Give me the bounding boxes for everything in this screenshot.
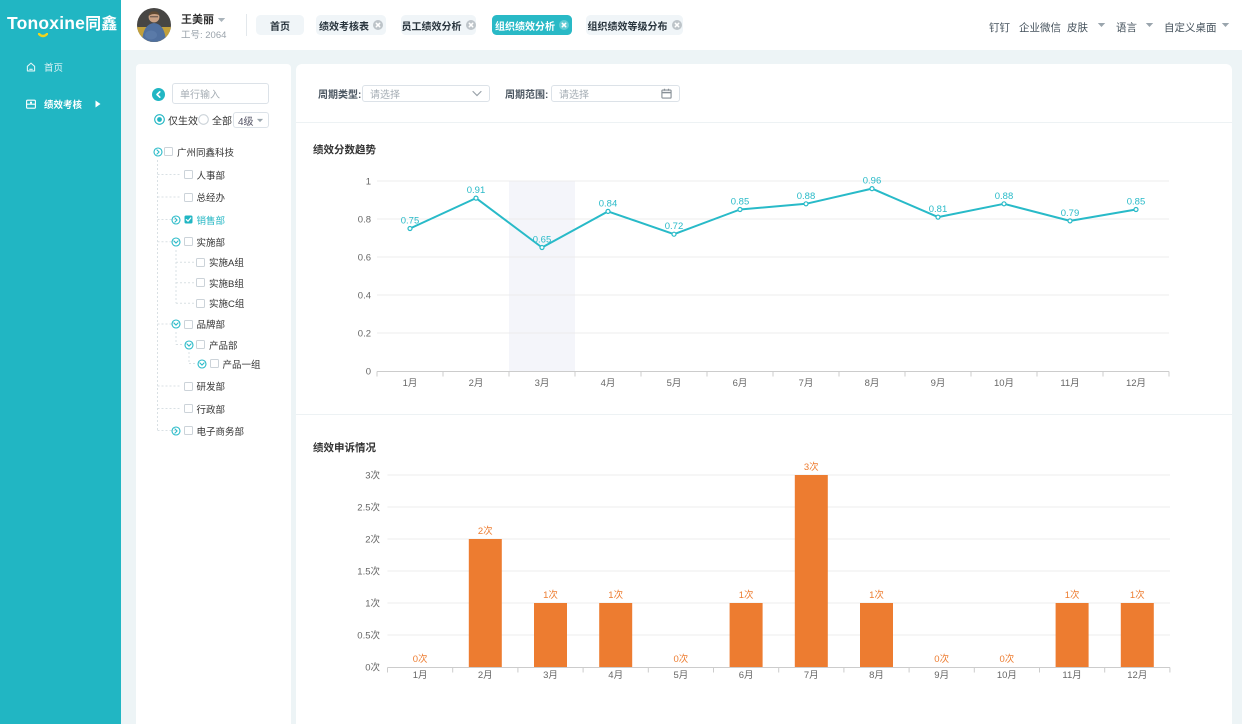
svg-text:3月: 3月 — [543, 670, 558, 681]
svg-text:10月: 10月 — [994, 378, 1014, 389]
svg-text:2.5次: 2.5次 — [357, 502, 380, 514]
svg-text:9月: 9月 — [931, 378, 946, 389]
svg-text:1次: 1次 — [739, 589, 754, 601]
svg-text:0.88: 0.88 — [995, 191, 1014, 202]
svg-text:0.8: 0.8 — [358, 215, 371, 226]
svg-text:5月: 5月 — [674, 670, 689, 681]
svg-text:7月: 7月 — [804, 670, 819, 681]
svg-text:1次: 1次 — [1065, 589, 1080, 601]
svg-text:1月: 1月 — [403, 378, 418, 389]
svg-text:0次: 0次 — [365, 662, 380, 674]
svg-text:12月: 12月 — [1127, 670, 1147, 681]
svg-text:0.81: 0.81 — [929, 204, 948, 215]
svg-text:1.5次: 1.5次 — [357, 566, 380, 578]
svg-text:1月: 1月 — [413, 670, 428, 681]
svg-text:1: 1 — [366, 177, 371, 188]
svg-text:7月: 7月 — [799, 378, 814, 389]
svg-text:4月: 4月 — [608, 670, 623, 681]
svg-text:1次: 1次 — [608, 589, 623, 601]
svg-text:0.96: 0.96 — [863, 176, 882, 187]
svg-text:0.79: 0.79 — [1061, 208, 1080, 219]
svg-text:6月: 6月 — [739, 670, 754, 681]
svg-text:9月: 9月 — [934, 670, 949, 681]
svg-text:0.65: 0.65 — [533, 235, 552, 246]
svg-text:8月: 8月 — [869, 670, 884, 681]
svg-text:12月: 12月 — [1126, 378, 1146, 389]
svg-text:0次: 0次 — [674, 653, 689, 665]
svg-text:2月: 2月 — [469, 378, 484, 389]
svg-text:0.85: 0.85 — [731, 197, 750, 208]
svg-text:0.2: 0.2 — [358, 329, 371, 340]
svg-text:8月: 8月 — [865, 378, 880, 389]
svg-text:0.85: 0.85 — [1127, 197, 1146, 208]
svg-text:1次: 1次 — [1130, 589, 1145, 601]
svg-text:11月: 11月 — [1062, 670, 1081, 681]
svg-text:0.84: 0.84 — [599, 198, 618, 209]
svg-text:6月: 6月 — [733, 378, 748, 389]
svg-text:0.91: 0.91 — [467, 185, 486, 196]
svg-text:2月: 2月 — [478, 670, 493, 681]
svg-text:10月: 10月 — [997, 670, 1017, 681]
svg-text:11月: 11月 — [1060, 378, 1079, 389]
svg-text:0.5次: 0.5次 — [357, 630, 380, 642]
svg-text:1次: 1次 — [869, 589, 884, 601]
svg-text:0.6: 0.6 — [358, 253, 371, 264]
svg-text:4月: 4月 — [601, 378, 616, 389]
svg-text:0.4: 0.4 — [358, 291, 371, 302]
svg-text:0.72: 0.72 — [665, 221, 684, 232]
svg-text:2次: 2次 — [478, 525, 493, 537]
svg-text:3次: 3次 — [365, 470, 380, 482]
svg-text:0: 0 — [366, 367, 371, 378]
svg-text:1次: 1次 — [543, 589, 558, 601]
svg-text:0次: 0次 — [1000, 653, 1015, 665]
svg-text:0.88: 0.88 — [797, 191, 816, 202]
svg-text:3月: 3月 — [535, 378, 550, 389]
svg-text:0次: 0次 — [934, 653, 949, 665]
svg-text:3次: 3次 — [804, 461, 819, 473]
svg-text:2次: 2次 — [365, 534, 380, 546]
svg-text:0次: 0次 — [413, 653, 428, 665]
svg-text:5月: 5月 — [667, 378, 682, 389]
svg-text:0.75: 0.75 — [401, 216, 420, 227]
svg-text:1次: 1次 — [365, 598, 380, 610]
